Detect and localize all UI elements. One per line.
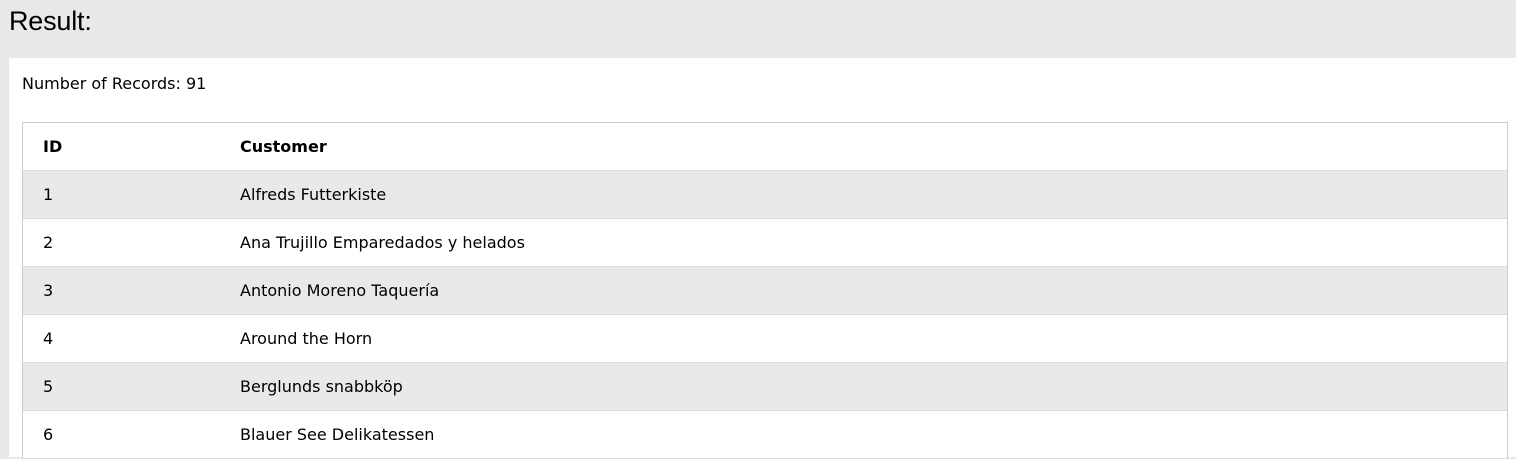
cell-customer: Blauer See Delikatessen [220,410,1507,459]
table-row: 3 Antonio Moreno Taquería [23,266,1507,315]
cell-id: 4 [23,314,220,363]
cell-customer: Around the Horn [220,314,1507,363]
column-header-id: ID [23,123,220,171]
table-row: 5 Berglunds snabbköp [23,362,1507,411]
cell-id: 3 [23,266,220,315]
result-panel: Number of Records: 91 ID Customer 1 Alfr… [9,58,1516,459]
cell-customer: Ana Trujillo Emparedados y helados [220,218,1507,267]
result-title: Result: [9,6,92,36]
cell-customer: Antonio Moreno Taquería [220,266,1507,315]
table-row: 1 Alfreds Futterkiste [23,170,1507,219]
cell-customer: Berglunds snabbköp [220,362,1507,411]
table-row: 6 Blauer See Delikatessen [23,410,1507,459]
record-count: Number of Records: 91 [22,74,207,93]
cell-id: 5 [23,362,220,411]
cell-id: 2 [23,218,220,267]
column-header-customer: Customer [220,123,1507,171]
cell-customer: Alfreds Futterkiste [220,170,1507,219]
results-table-container: ID Customer 1 Alfreds Futterkiste 2 Ana … [22,122,1508,459]
table-row: 2 Ana Trujillo Emparedados y helados [23,218,1507,267]
table-row: 4 Around the Horn [23,314,1507,363]
table-header-row: ID Customer [23,123,1507,171]
results-table: ID Customer 1 Alfreds Futterkiste 2 Ana … [23,123,1507,459]
cell-id: 1 [23,170,220,219]
cell-id: 6 [23,410,220,459]
result-header: Result: [0,0,1516,58]
